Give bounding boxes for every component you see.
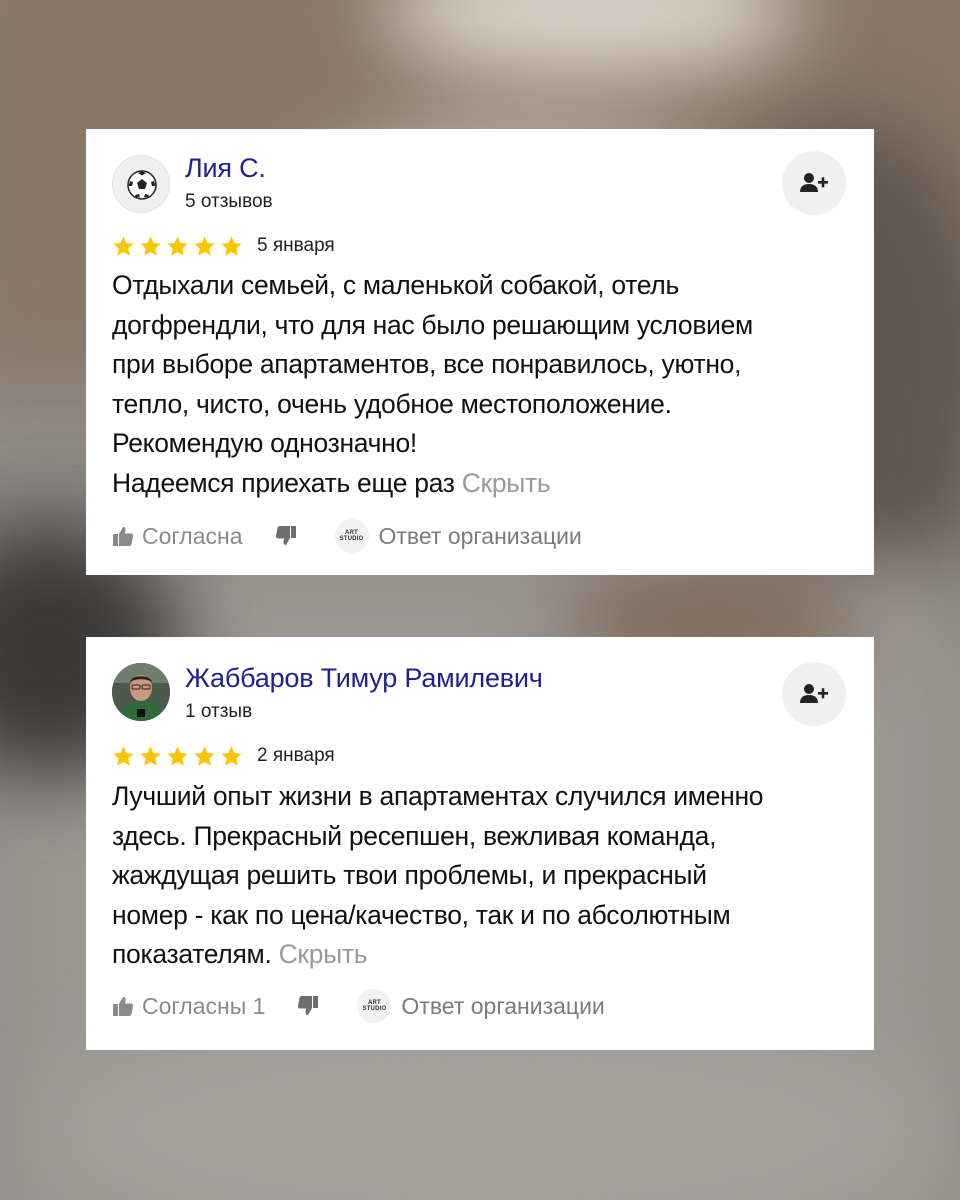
add-user-icon bbox=[800, 173, 828, 192]
star-rating bbox=[112, 235, 243, 258]
star-icon bbox=[221, 745, 242, 766]
dislike-button[interactable] bbox=[275, 525, 297, 547]
review-text-line: показателям. bbox=[112, 939, 272, 969]
org-reply-button[interactable]: ART STUDIO Ответ организации bbox=[334, 519, 582, 553]
star-rating bbox=[112, 745, 243, 768]
org-reply-label: Ответ организации bbox=[378, 522, 582, 549]
org-logo: ART STUDIO bbox=[334, 519, 369, 553]
review-actions: Согласны 1 ART STUDIO Ответ организации bbox=[112, 989, 605, 1023]
review-text-line: Лучший опыт жизни в апартаментах случилс… bbox=[112, 781, 764, 811]
star-icon bbox=[167, 235, 188, 256]
org-reply-button[interactable]: ART STUDIO Ответ организации bbox=[357, 989, 605, 1023]
thumbs-down-icon bbox=[275, 526, 296, 545]
user-avatar[interactable] bbox=[112, 663, 170, 721]
like-button[interactable]: Согласна bbox=[112, 523, 243, 550]
rating-row: 5 января bbox=[112, 233, 335, 259]
thumbs-up-icon bbox=[113, 527, 134, 546]
author-review-count: 1 отзыв bbox=[185, 701, 253, 722]
review-text: Лучший опыт жизни в апартаментах случилс… bbox=[112, 777, 852, 975]
add-user-icon bbox=[800, 684, 828, 703]
review-text-line: жаждущая решить твои проблемы, и прекрас… bbox=[112, 860, 707, 890]
star-icon bbox=[167, 745, 188, 766]
review-text-last-line: показателям. Скрыть bbox=[112, 935, 852, 975]
review-date: 2 января bbox=[257, 745, 335, 766]
soccer-ball-icon[interactable] bbox=[112, 155, 170, 213]
review-actions: Согласна ART STUDIO Ответ организации bbox=[112, 519, 582, 553]
thumbs-down-icon bbox=[298, 996, 319, 1015]
author-name[interactable]: Жаббаров Тимур Рамилевич bbox=[185, 663, 543, 694]
org-reply-label: Ответ организации bbox=[401, 992, 605, 1019]
review-text-line: здесь. Прекрасный ресепшен, вежливая ком… bbox=[112, 820, 717, 851]
review-text-line: Отдыхали семьей, с маленькой собакой, от… bbox=[112, 270, 679, 300]
like-label: Согласна bbox=[142, 522, 243, 549]
like-button[interactable]: Согласны 1 bbox=[112, 993, 265, 1020]
hide-text-link[interactable]: Скрыть bbox=[279, 939, 368, 969]
review-text-line: тепло, чисто, очень удобное местоположен… bbox=[112, 388, 672, 419]
star-icon bbox=[140, 745, 161, 766]
subscribe-button[interactable] bbox=[782, 151, 846, 215]
thumbs-up-icon bbox=[113, 997, 134, 1016]
review-card: Жаббаров Тимур Рамилевич 1 отзыв 2 январ… bbox=[86, 637, 874, 1050]
review-text-line: Надеемся приехать еще раз bbox=[112, 467, 455, 498]
review-date: 5 января bbox=[257, 235, 335, 256]
star-icon bbox=[113, 235, 134, 256]
review-text: Отдыхали семьей, с маленькой собакой, от… bbox=[112, 266, 852, 503]
star-icon bbox=[113, 745, 134, 766]
review-text-last-line: Надеемся приехать еще раз Скрыть bbox=[112, 464, 852, 504]
star-icon bbox=[194, 235, 215, 256]
review-text-line: при выборе апартаментов, все понравилось… bbox=[112, 349, 742, 379]
review-card: Лия С. 5 отзывов 5 января Отдыхали семье… bbox=[86, 129, 874, 575]
star-icon bbox=[140, 235, 161, 256]
review-text-line: номер - как по цена/качество, так и по а… bbox=[112, 899, 731, 930]
org-logo-line: STUDIO bbox=[339, 536, 364, 542]
star-icon bbox=[194, 745, 215, 766]
subscribe-button[interactable] bbox=[782, 662, 846, 726]
rating-row: 2 января bbox=[112, 743, 335, 769]
org-logo: ART STUDIO bbox=[357, 989, 392, 1023]
review-text-line: догфрендли, что для нас было решающим ус… bbox=[112, 309, 753, 340]
like-label: Согласны 1 bbox=[142, 992, 266, 1019]
author-name[interactable]: Лия С. bbox=[185, 153, 266, 184]
review-text-line: Рекомендую однозначно! bbox=[112, 428, 417, 458]
author-review-count: 5 отзывов bbox=[185, 191, 273, 212]
hide-text-link[interactable]: Скрыть bbox=[462, 468, 551, 498]
org-logo-line: STUDIO bbox=[362, 1006, 387, 1012]
star-icon bbox=[221, 235, 242, 256]
dislike-button[interactable] bbox=[297, 995, 319, 1017]
